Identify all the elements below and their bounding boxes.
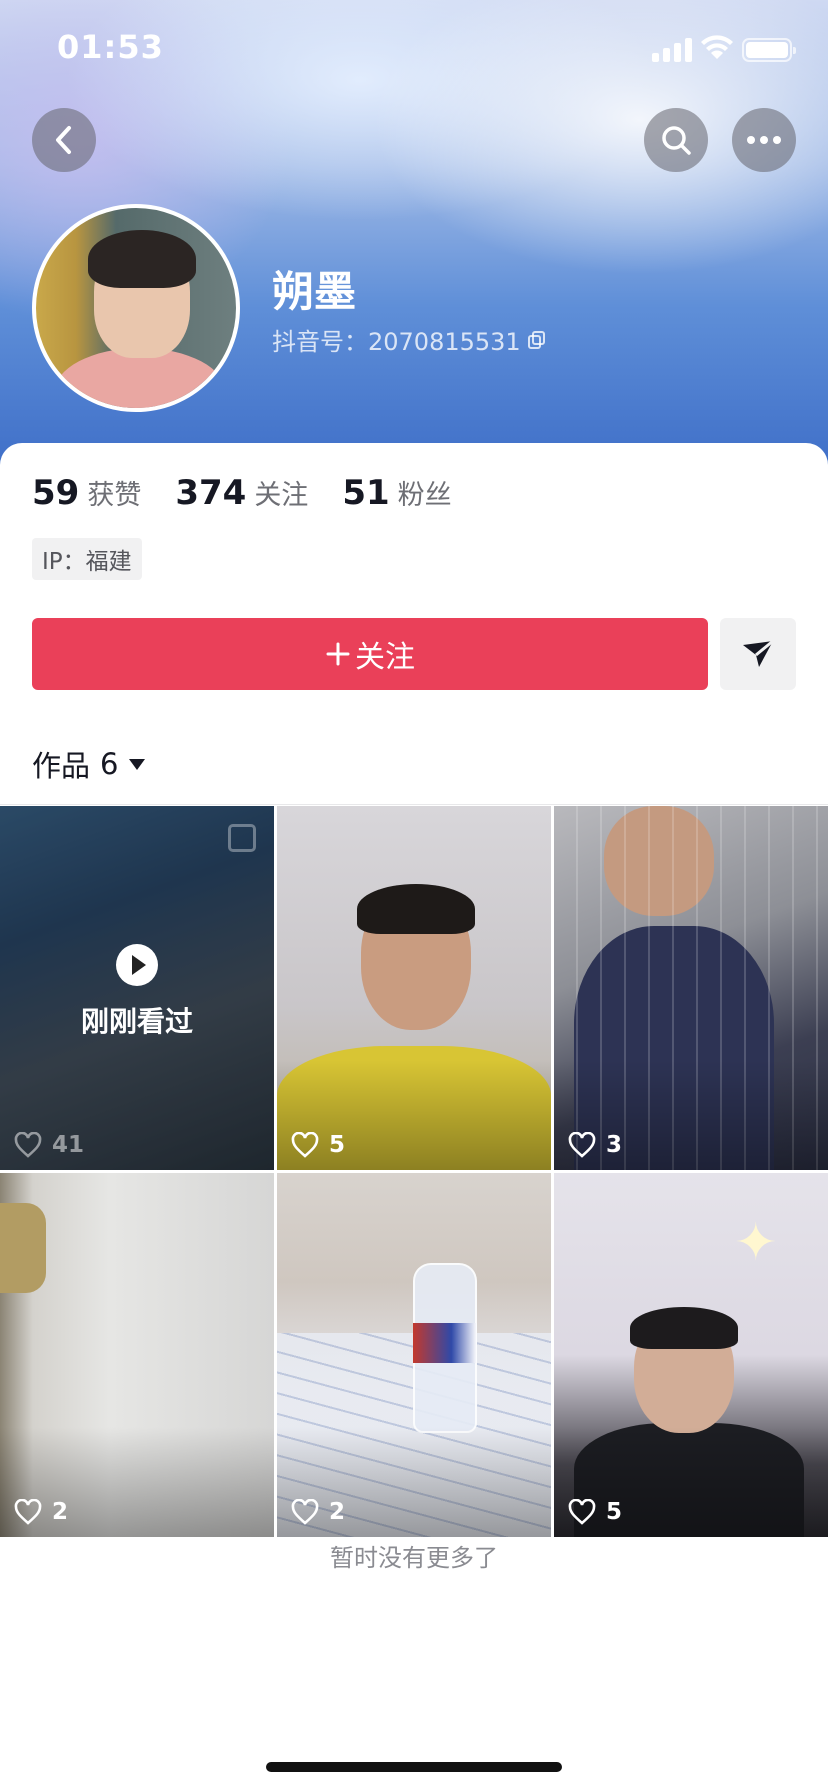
home-indicator[interactable]	[266, 1762, 562, 1772]
status-bar: 01:53	[0, 0, 828, 98]
video-tile[interactable]: 5	[277, 806, 551, 1170]
heart-icon	[568, 1499, 596, 1525]
plus-icon	[326, 642, 350, 666]
avatar[interactable]	[32, 204, 240, 412]
status-time: 01:53	[57, 28, 164, 66]
search-button[interactable]	[644, 108, 708, 172]
watched-badge: 刚刚看过	[0, 944, 274, 1040]
profile-header: 01:53 朔墨 抖音号：2070815531	[0, 0, 828, 470]
stat-value: 59	[32, 473, 80, 513]
video-tile[interactable]: 2	[0, 1173, 274, 1537]
copy-icon[interactable]	[527, 330, 547, 350]
heart-icon	[291, 1132, 319, 1158]
more-icon	[747, 136, 781, 144]
like-count: 5	[606, 1499, 623, 1525]
stat-value: 374	[175, 473, 247, 513]
stat-label: 获赞	[87, 480, 142, 511]
video-tile[interactable]: 3	[554, 806, 828, 1170]
video-tile[interactable]: ✦ 5	[554, 1173, 828, 1537]
tab-works[interactable]: 作品 6	[32, 743, 146, 785]
video-likes: 41	[14, 1132, 84, 1158]
stat-value: 51	[342, 473, 390, 513]
video-tile[interactable]: 2	[277, 1173, 551, 1537]
video-likes: 5	[291, 1132, 345, 1158]
no-more-text: 暂时没有更多了	[330, 1544, 498, 1572]
heart-icon	[14, 1499, 42, 1525]
video-likes: 2	[291, 1499, 345, 1525]
more-button[interactable]	[732, 108, 796, 172]
heart-icon	[291, 1499, 319, 1525]
like-count: 3	[606, 1132, 623, 1158]
heart-icon	[568, 1132, 596, 1158]
video-likes: 3	[568, 1132, 622, 1158]
video-grid: 刚刚看过 41 5 3 2 2 ✦ 5	[0, 806, 828, 1537]
wifi-icon	[701, 35, 733, 59]
follow-button[interactable]: 关注	[32, 618, 708, 690]
stat-label: 关注	[254, 480, 309, 511]
watched-text: 刚刚看过	[80, 1005, 193, 1038]
signal-icon	[652, 36, 692, 62]
ip-location-tag: IP：福建	[32, 538, 142, 580]
stat-followers[interactable]: 51 粉丝	[342, 473, 451, 513]
sparkle-icon: ✦	[734, 1213, 778, 1273]
follow-label: 关注	[355, 640, 415, 675]
multi-image-icon	[228, 824, 256, 852]
douyin-id: 抖音号：2070815531	[272, 328, 521, 356]
back-icon	[56, 126, 71, 154]
video-tile[interactable]: 刚刚看过 41	[0, 806, 274, 1170]
douyin-id-row[interactable]: 抖音号：2070815531	[272, 322, 547, 357]
stat-following[interactable]: 374 关注	[175, 473, 308, 513]
play-icon	[116, 944, 158, 986]
nickname: 朔墨	[272, 267, 357, 316]
back-button[interactable]	[32, 108, 96, 172]
like-count: 5	[329, 1132, 346, 1158]
stats-row: 59 获赞 374 关注 51 粉丝	[32, 473, 486, 513]
send-icon	[743, 639, 774, 667]
heart-icon	[14, 1132, 42, 1158]
tab-divider	[0, 804, 828, 805]
video-likes: 5	[568, 1499, 622, 1525]
search-icon	[662, 126, 691, 155]
like-count: 41	[52, 1132, 85, 1158]
profile-content: 59 获赞 374 关注 51 粉丝 IP：福建 关注 作品 6 刚刚看过 41…	[0, 443, 828, 1792]
caret-down-icon	[129, 759, 146, 770]
works-tab-label: 作品	[32, 749, 91, 783]
stat-label: 粉丝	[397, 480, 452, 511]
battery-icon	[742, 38, 796, 62]
video-likes: 2	[14, 1499, 68, 1525]
like-count: 2	[52, 1499, 69, 1525]
stat-likes[interactable]: 59 获赞	[32, 473, 141, 513]
send-message-button[interactable]	[720, 618, 796, 690]
works-count: 6	[100, 747, 119, 781]
like-count: 2	[329, 1499, 346, 1525]
